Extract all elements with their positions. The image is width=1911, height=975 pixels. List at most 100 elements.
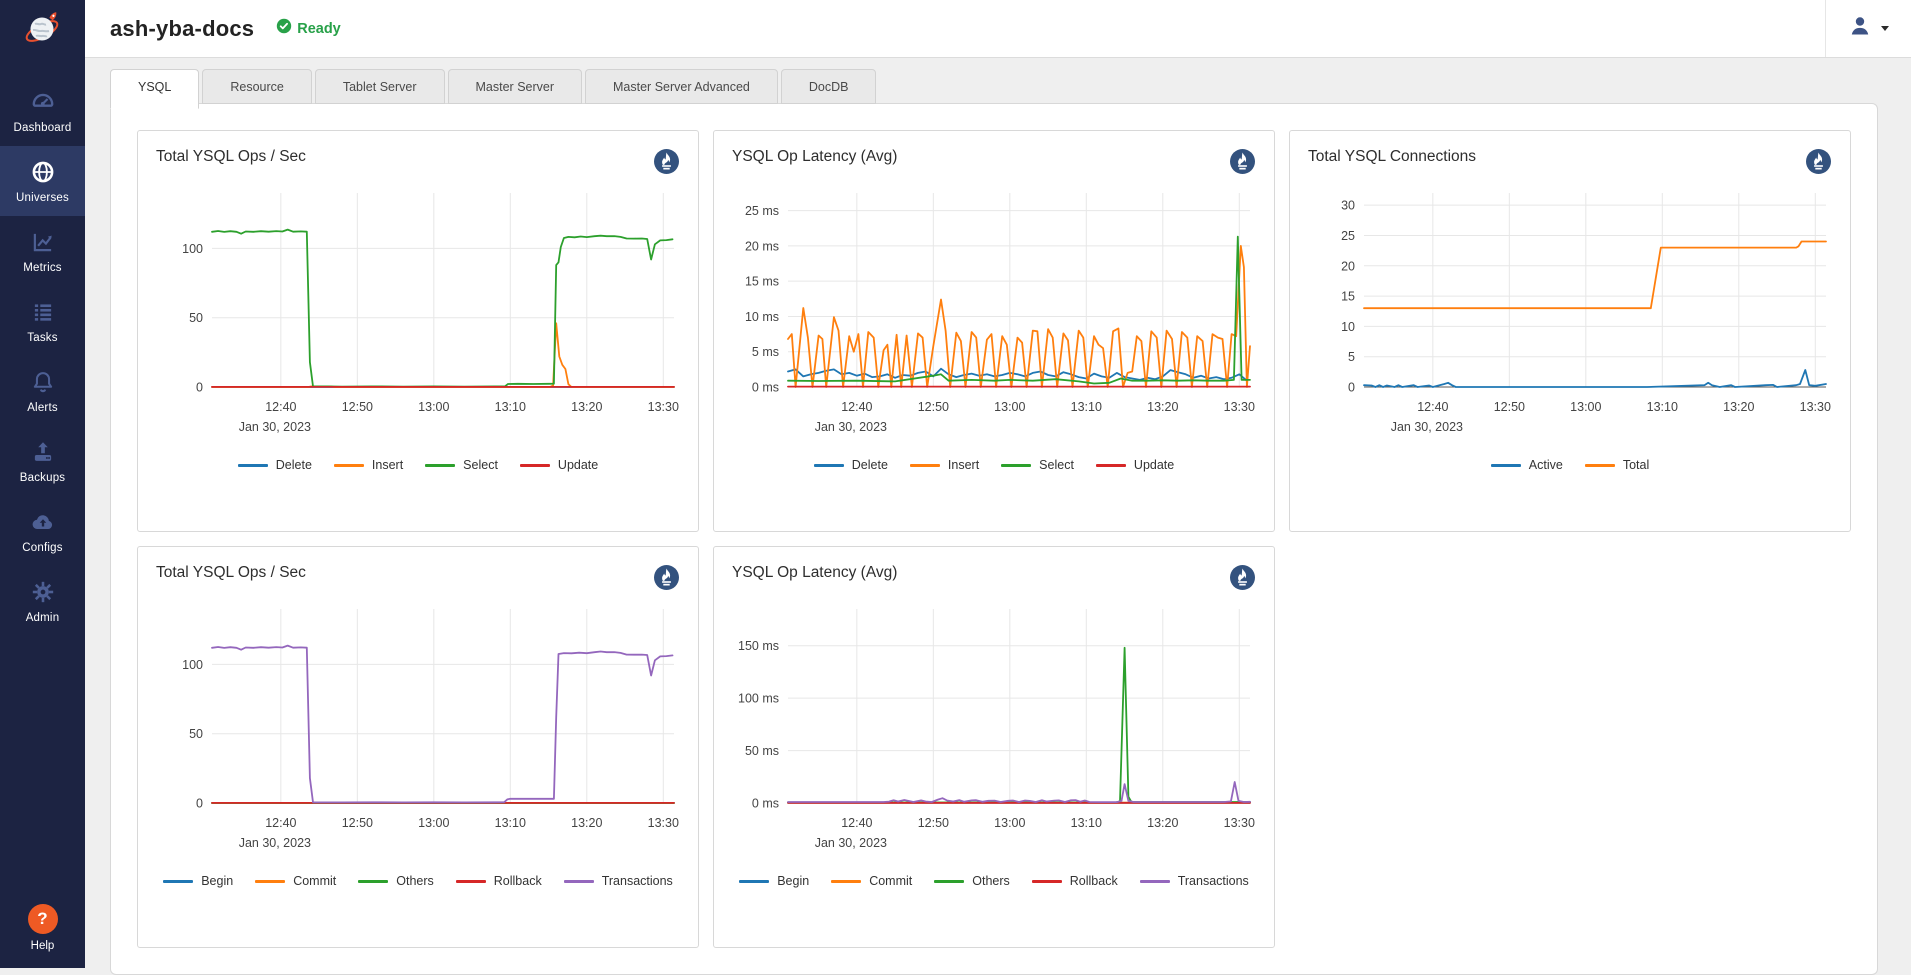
legend-item-commit[interactable]: Commit (255, 874, 336, 888)
sidebar-item-label: Tasks (27, 332, 57, 344)
sidebar-item-backups[interactable]: Backups (0, 426, 85, 496)
svg-text:12:40: 12:40 (841, 816, 872, 830)
chart-legend: Active Total (1290, 458, 1850, 472)
legend-item-active[interactable]: Active (1491, 458, 1563, 472)
sidebar-item-help[interactable]: ? Help (0, 904, 85, 952)
svg-text:13:30: 13:30 (1224, 400, 1255, 414)
chart-card: Total YSQL Connections05101520253012:40J… (1289, 130, 1851, 532)
legend-swatch (358, 880, 388, 883)
tab-ysql[interactable]: YSQL (110, 69, 199, 109)
chart-plot[interactable]: 05010012:40Jan 30, 202312:5013:0013:1013… (152, 595, 684, 863)
legend-item-select[interactable]: Select (1001, 458, 1074, 472)
legend-swatch (1032, 880, 1062, 883)
legend-item-insert[interactable]: Insert (334, 458, 403, 472)
prometheus-icon[interactable] (1229, 148, 1256, 175)
svg-text:25: 25 (1341, 229, 1355, 243)
chart-card-header: Total YSQL Ops / Sec (138, 131, 698, 179)
user-menu[interactable] (1825, 0, 1911, 57)
svg-text:12:50: 12:50 (342, 816, 373, 830)
tab-master-server-advanced[interactable]: Master Server Advanced (585, 69, 778, 104)
legend-item-update[interactable]: Update (1096, 458, 1174, 472)
gear-icon (30, 579, 56, 605)
chart-title: Total YSQL Connections (1308, 148, 1476, 166)
chart-plot-area: 0 ms5 ms10 ms15 ms20 ms25 ms12:40Jan 30,… (714, 179, 1274, 452)
legend-item-others[interactable]: Others (934, 874, 1010, 888)
svg-text:0: 0 (1348, 381, 1355, 395)
svg-text:12:50: 12:50 (342, 400, 373, 414)
prometheus-icon[interactable] (653, 564, 680, 591)
svg-text:100: 100 (182, 658, 203, 672)
legend-label: Commit (869, 874, 912, 888)
tasks-icon (30, 299, 56, 325)
svg-text:10 ms: 10 ms (745, 310, 779, 324)
legend-item-update[interactable]: Update (520, 458, 598, 472)
sidebar-item-metrics[interactable]: Metrics (0, 216, 85, 286)
legend-item-delete[interactable]: Delete (814, 458, 888, 472)
legend-swatch (1140, 880, 1170, 883)
chart-plot[interactable]: 0 ms5 ms10 ms15 ms20 ms25 ms12:40Jan 30,… (728, 179, 1260, 447)
legend-item-rollback[interactable]: Rollback (1032, 874, 1118, 888)
user-icon (1848, 14, 1872, 43)
legend-label: Insert (948, 458, 979, 472)
legend-item-transactions[interactable]: Transactions (564, 874, 673, 888)
legend-item-insert[interactable]: Insert (910, 458, 979, 472)
app-logo[interactable] (0, 0, 85, 62)
tab-docdb[interactable]: DocDB (781, 69, 877, 104)
sidebar-item-universes[interactable]: Universes (0, 146, 85, 216)
chart-plot-area: 0 ms50 ms100 ms150 ms12:40Jan 30, 202312… (714, 595, 1274, 868)
legend-swatch (520, 464, 550, 467)
tabs-bar: YSQLResourceTablet ServerMaster ServerMa… (110, 69, 1878, 103)
svg-text:13:20: 13:20 (1147, 816, 1178, 830)
chart-plot-area: 05010012:40Jan 30, 202312:5013:0013:1013… (138, 595, 698, 868)
legend-swatch (831, 880, 861, 883)
charts-grid: Total YSQL Ops / Sec05010012:40Jan 30, 2… (137, 130, 1851, 948)
prometheus-icon[interactable] (1805, 148, 1832, 175)
sidebar-item-label: Admin (26, 612, 60, 624)
legend-label: Commit (293, 874, 336, 888)
legend-item-select[interactable]: Select (425, 458, 498, 472)
chart-plot[interactable]: 0 ms50 ms100 ms150 ms12:40Jan 30, 202312… (728, 595, 1260, 863)
sidebar-item-tasks[interactable]: Tasks (0, 286, 85, 356)
prometheus-icon[interactable] (1229, 564, 1256, 591)
tab-resource[interactable]: Resource (202, 69, 312, 104)
svg-text:50 ms: 50 ms (745, 744, 779, 758)
caret-down-icon (1881, 26, 1889, 31)
legend-item-commit[interactable]: Commit (831, 874, 912, 888)
svg-text:13:00: 13:00 (1570, 400, 1601, 414)
legend-label: Rollback (494, 874, 542, 888)
x-axis-date: Jan 30, 2023 (239, 420, 311, 434)
chart-card: Total YSQL Ops / Sec05010012:40Jan 30, 2… (137, 546, 699, 948)
svg-text:100 ms: 100 ms (738, 692, 779, 706)
svg-text:12:40: 12:40 (1417, 400, 1448, 414)
legend-label: Rollback (1070, 874, 1118, 888)
svg-text:5: 5 (1348, 350, 1355, 364)
chart-card-header: Total YSQL Connections (1290, 131, 1850, 179)
tab-tablet-server[interactable]: Tablet Server (315, 69, 445, 104)
x-axis-date: Jan 30, 2023 (239, 836, 311, 850)
prometheus-icon[interactable] (653, 148, 680, 175)
svg-text:12:50: 12:50 (918, 816, 949, 830)
legend-item-others[interactable]: Others (358, 874, 434, 888)
legend-swatch (255, 880, 285, 883)
chart-card: YSQL Op Latency (Avg)0 ms5 ms10 ms15 ms2… (713, 130, 1275, 532)
legend-swatch (1001, 464, 1031, 467)
sidebar-item-configs[interactable]: Configs (0, 496, 85, 566)
chart-plot[interactable]: 05010012:40Jan 30, 202312:5013:0013:1013… (152, 179, 684, 447)
legend-swatch (456, 880, 486, 883)
tab-master-server[interactable]: Master Server (448, 69, 583, 104)
legend-item-begin[interactable]: Begin (163, 874, 233, 888)
legend-item-delete[interactable]: Delete (238, 458, 312, 472)
x-axis-date: Jan 30, 2023 (1391, 420, 1463, 434)
sidebar-item-dashboard[interactable]: Dashboard (0, 76, 85, 146)
sidebar-item-alerts[interactable]: Alerts (0, 356, 85, 426)
legend-label: Begin (201, 874, 233, 888)
legend-item-begin[interactable]: Begin (739, 874, 809, 888)
legend-item-transactions[interactable]: Transactions (1140, 874, 1249, 888)
chart-title: YSQL Op Latency (Avg) (732, 564, 897, 582)
chart-plot[interactable]: 05101520253012:40Jan 30, 202312:5013:001… (1304, 179, 1836, 447)
legend-item-rollback[interactable]: Rollback (456, 874, 542, 888)
check-circle-icon (276, 18, 292, 39)
sidebar-item-admin[interactable]: Admin (0, 566, 85, 636)
svg-text:5 ms: 5 ms (752, 345, 779, 359)
legend-item-total[interactable]: Total (1585, 458, 1649, 472)
